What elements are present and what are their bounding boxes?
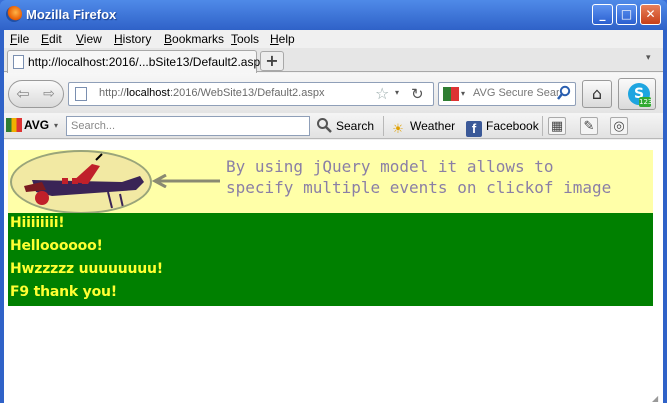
banner-line: specify multiple events on clickof image — [226, 178, 612, 197]
maximize-button[interactable]: □ — [616, 4, 637, 25]
close-button[interactable]: ✕ — [640, 4, 661, 25]
weather-button[interactable]: ☀ Weather — [390, 116, 455, 136]
forward-button[interactable]: ⇨ — [39, 84, 59, 104]
message-line: Helloooooo! — [10, 238, 103, 254]
navigation-bar: ⇦ ⇨ http://localhost:2016/WebSite13/Defa… — [4, 73, 663, 113]
menu-help[interactable]: Help — [270, 32, 295, 46]
resize-grip-icon[interactable]: ◢ — [652, 394, 658, 403]
back-button[interactable]: ⇦ — [13, 84, 33, 104]
skype-badge: 123 — [639, 97, 653, 107]
firefox-icon — [6, 6, 22, 22]
avg-toolbar: AVG ▾ Search... Search ☀ Weather f Faceboo… — [4, 113, 663, 139]
search-icon[interactable] — [557, 85, 571, 105]
tab-label: http://localhost:2016/...bSite13/Default… — [28, 55, 267, 69]
airplane-image[interactable] — [10, 150, 152, 214]
back-forward-group: ⇦ ⇨ — [8, 80, 64, 108]
minimize-button[interactable]: _ — [592, 4, 613, 25]
message-line: F9 thank you! — [10, 284, 117, 300]
banner-line: By using jQuery model it allows to — [226, 157, 554, 176]
bookmark-star-icon[interactable]: ☆ — [375, 84, 389, 103]
banner-text: By using jQuery model it allows to speci… — [226, 156, 656, 198]
search-icon — [316, 117, 332, 133]
avg-search-input[interactable]: Search... — [66, 116, 310, 136]
window-title: Mozilla Firefox — [26, 7, 117, 22]
avg-logo-icon[interactable] — [6, 118, 22, 132]
skype-button[interactable]: S 123 — [618, 78, 656, 110]
avg-search-button[interactable]: Search — [316, 116, 374, 136]
title-bar[interactable]: Mozilla Firefox _ □ ✕ — [0, 0, 667, 30]
menu-bar: File Edit View History Bookmarks Tools H… — [4, 30, 663, 48]
history-dropdown-icon[interactable]: ▾ — [395, 88, 399, 97]
reload-icon[interactable]: ↻ — [411, 85, 424, 103]
new-tab-button[interactable]: + — [260, 51, 284, 71]
avg-search-engine-icon[interactable] — [443, 87, 459, 101]
tab-strip: http://localhost:2016/...bSite13/Default… — [4, 48, 663, 73]
menu-bookmarks[interactable]: Bookmarks — [164, 32, 224, 46]
notepad-icon[interactable]: ✎ — [580, 117, 598, 135]
arrow-left-icon — [152, 174, 220, 188]
menu-view[interactable]: View — [76, 32, 102, 46]
tab-default2[interactable]: http://localhost:2016/...bSite13/Default… — [7, 50, 266, 73]
list-all-tabs-icon[interactable]: ▾ — [646, 53, 651, 63]
home-button[interactable]: ⌂ — [582, 80, 612, 108]
avg-brand[interactable]: AVG — [24, 118, 49, 132]
menu-file[interactable]: File — [10, 32, 29, 46]
search-engine-dropdown-icon[interactable]: ▾ — [461, 89, 465, 98]
facebook-button[interactable]: f Facebook — [466, 116, 539, 137]
facebook-icon: f — [466, 121, 482, 137]
toolbar-divider — [383, 116, 384, 136]
browser-window: Mozilla Firefox _ □ ✕ File Edit View His… — [0, 0, 667, 403]
address-bar[interactable]: http://localhost:2016/WebSite13/Default2… — [68, 82, 434, 106]
url-text[interactable]: http://localhost:2016/WebSite13/Default2… — [99, 87, 324, 99]
search-box[interactable]: ▾ AVG Secure Sear — [438, 82, 576, 106]
menu-history[interactable]: History — [114, 32, 151, 46]
page-icon — [13, 55, 24, 69]
browser-client: File Edit View History Bookmarks Tools H… — [4, 30, 663, 403]
menu-edit[interactable]: Edit — [41, 32, 62, 46]
screen-capture-icon[interactable]: ◎ — [610, 117, 628, 135]
message-line: Hwzzzzz uuuuuuuu! — [10, 261, 163, 277]
site-identity-icon[interactable] — [75, 87, 87, 101]
menu-tools[interactable]: Tools — [231, 32, 259, 46]
page-content: By using jQuery model it allows to speci… — [4, 140, 663, 403]
toolbar-divider — [542, 116, 543, 136]
calculator-icon[interactable]: ▦ — [548, 117, 566, 135]
weather-icon: ☀ — [392, 121, 404, 136]
avg-search-placeholder: Search... — [71, 120, 116, 132]
search-placeholder: AVG Secure Sear — [473, 87, 559, 99]
message-panel: Hiiiiiiii! Helloooooo! Hwzzzzz uuuuuuuu!… — [8, 213, 653, 306]
avg-dropdown-icon[interactable]: ▾ — [54, 121, 58, 130]
jquery-banner: By using jQuery model it allows to speci… — [8, 150, 656, 214]
message-line: Hiiiiiiii! — [10, 215, 65, 231]
